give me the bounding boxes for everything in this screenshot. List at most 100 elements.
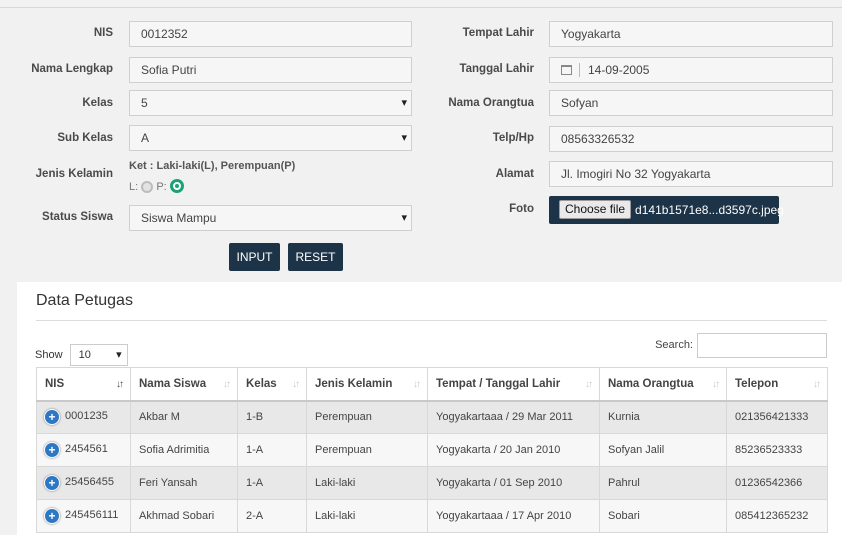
cell-nis-value: 0001235 (65, 410, 108, 423)
plus-circle-icon[interactable]: + (45, 410, 59, 425)
show-entries: Show 10 (35, 344, 128, 366)
foto-file-input[interactable]: Choose file d141b1571e8...d3597c.jpeg (549, 196, 784, 224)
cell-orangtua: Kurnia (599, 400, 727, 434)
telp-input[interactable]: 08563326532 (549, 126, 833, 152)
alamat-label: Alamat (495, 168, 534, 180)
nis-input[interactable]: 0012352 (129, 21, 412, 47)
telp-label: Telp/Hp (492, 132, 534, 144)
cell-telepon: 085412365232 (726, 499, 828, 533)
sort-icon: ↓↑ (292, 379, 300, 390)
cell-ttl: Yogyakartaaa / 17 Apr 2010 (427, 499, 600, 533)
panel-divider (36, 320, 827, 321)
plus-circle-icon[interactable]: + (45, 443, 59, 457)
table-row[interactable]: +245456111 Akhmad Sobari 2-A Laki-laki Y… (36, 499, 828, 533)
cell-kelas: 1-B (237, 400, 307, 434)
show-label: Show (35, 349, 63, 361)
tempat-lahir-label: Tempat Lahir (462, 27, 534, 39)
cell-nama: Akbar M (130, 400, 238, 434)
status-siswa-value: Siswa Mampu (141, 211, 217, 225)
cell-orangtua: Sobari (599, 499, 727, 533)
column-label: Kelas (246, 377, 277, 390)
column-label: Nama Orangtua (608, 377, 694, 390)
search-input[interactable] (697, 333, 827, 358)
cell-jenis-kelamin: Perempuan (306, 400, 428, 434)
search-label: Search: (655, 339, 693, 351)
cell-nis-value: 245456111 (65, 509, 119, 521)
foto-label: Foto (509, 203, 534, 215)
cell-jenis-kelamin: Laki-laki (306, 466, 428, 500)
column-label: Nama Siswa (139, 377, 207, 390)
radio-perempuan[interactable] (169, 179, 184, 193)
sub-kelas-value: A (141, 131, 150, 145)
table-row[interactable]: +0001235 Akbar M 1-B Perempuan Yogyakart… (36, 400, 828, 434)
cell-telepon: 85236523333 (726, 433, 828, 467)
foto-filename: d141b1571e8...d3597c.jpeg (635, 203, 784, 217)
cell-kelas: 1-A (237, 433, 307, 467)
cell-ttl: Yogyakarta / 20 Jan 2010 (427, 433, 600, 467)
option-l-label: L: (129, 181, 139, 193)
column-header-telepon[interactable]: Telepon ↓↑ (726, 367, 828, 402)
nama-lengkap-input[interactable]: Sofia Putri (129, 57, 412, 83)
kelas-value: 5 (141, 96, 148, 110)
sort-icon: ↓↑ (712, 379, 720, 390)
cell-kelas: 1-A (237, 466, 307, 500)
cell-nis-value: 25456455 (65, 476, 114, 488)
cell-telepon: 01236542366 (726, 466, 828, 500)
column-label: Telepon (735, 377, 779, 390)
top-divider (0, 0, 842, 8)
column-header-jenis-kelamin[interactable]: Jenis Kelamin ↓↑ (306, 367, 428, 402)
nis-label: NIS (93, 27, 113, 39)
column-header-nis[interactable]: NIS ↓↑ (36, 367, 131, 402)
option-p-label: P: (156, 181, 167, 193)
cell-nama: Feri Yansah (130, 466, 238, 500)
tanggal-lahir-label: Tanggal Lahir (459, 63, 534, 75)
column-header-nama-siswa[interactable]: Nama Siswa ↓↑ (130, 367, 238, 402)
tanggal-lahir-value: 14-09-2005 (588, 63, 650, 77)
cell-ttl: Yogyakarta / 01 Sep 2010 (427, 466, 600, 500)
cell-nis: +245456111 (36, 499, 131, 533)
cell-nis: +25456455 (36, 466, 131, 500)
cell-nama: Sofia Adrimitia (130, 433, 238, 467)
cell-orangtua: Pahrul (599, 466, 727, 500)
divider (579, 63, 580, 77)
plus-circle-icon[interactable]: + (45, 476, 59, 490)
data-table: NIS ↓↑ Nama Siswa ↓↑ Kelas ↓↑ Jenis Kelamin… (36, 367, 828, 533)
cell-ttl: Yogyakartaaa / 29 Mar 2011 (427, 400, 600, 434)
reset-button[interactable]: RESET (288, 243, 343, 271)
column-label: Tempat / Tanggal Lahir (436, 377, 561, 390)
input-button[interactable]: INPUT (229, 243, 280, 271)
sub-kelas-select[interactable]: A (129, 125, 412, 151)
tempat-lahir-input[interactable]: Yogyakarta (549, 21, 833, 47)
jenis-kelamin-options: L: P: (129, 179, 184, 193)
radio-laki-laki[interactable] (141, 181, 154, 193)
sort-icon: ↓↑ (585, 379, 593, 390)
calendar-icon (561, 65, 572, 75)
column-header-nama-orangtua[interactable]: Nama Orangtua ↓↑ (599, 367, 727, 402)
plus-circle-icon[interactable]: + (45, 509, 59, 523)
status-siswa-label: Status Siswa (42, 211, 113, 223)
nama-lengkap-label: Nama Lengkap (31, 63, 113, 75)
cell-telepon: 021356421333 (726, 400, 828, 434)
cell-nama: Akhmad Sobari (130, 499, 238, 533)
table-row[interactable]: +25456455 Feri Yansah 1-A Laki-laki Yogy… (36, 466, 828, 500)
cell-nis-value: 2454561 (65, 443, 108, 455)
column-header-kelas[interactable]: Kelas ↓↑ (237, 367, 307, 402)
sort-icon: ↓↑ (116, 379, 124, 390)
nama-orangtua-input[interactable]: Sofyan (549, 90, 833, 116)
sort-icon: ↓↑ (813, 379, 821, 390)
show-entries-value: 10 (78, 349, 91, 361)
tanggal-lahir-input[interactable]: 14-09-2005 (549, 57, 833, 83)
kelas-label: Kelas (82, 97, 113, 109)
sort-icon: ↓↑ (223, 379, 231, 390)
sub-kelas-label: Sub Kelas (57, 132, 113, 144)
alamat-input[interactable]: Jl. Imogiri No 32 Yogyakarta (549, 161, 833, 187)
show-entries-select[interactable]: 10 (69, 344, 128, 366)
choose-file-button[interactable]: Choose file (559, 200, 632, 219)
column-label: NIS (45, 377, 65, 390)
cell-kelas: 2-A (237, 499, 307, 533)
cell-nis: +2454561 (36, 433, 131, 467)
status-siswa-select[interactable]: Siswa Mampu (129, 205, 412, 231)
table-row[interactable]: +2454561 Sofia Adrimitia 1-A Perempuan Y… (36, 433, 828, 467)
column-header-tempat-tanggal-lahir[interactable]: Tempat / Tanggal Lahir ↓↑ (427, 367, 600, 402)
kelas-select[interactable]: 5 (129, 90, 412, 116)
